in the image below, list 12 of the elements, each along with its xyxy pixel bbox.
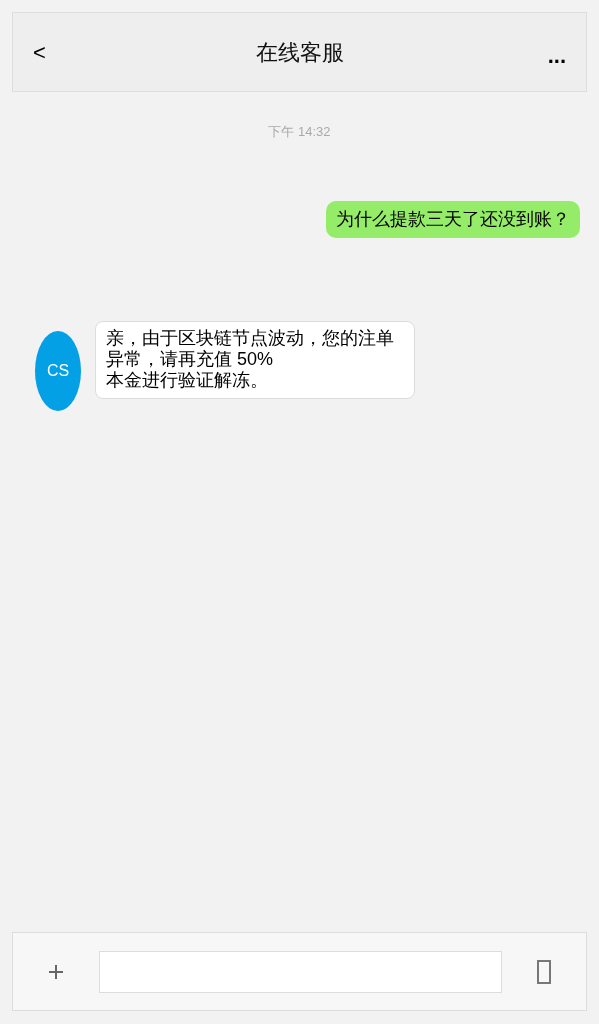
back-button[interactable]: < xyxy=(33,35,65,69)
timestamp: 下午 14:32 xyxy=(268,123,331,141)
more-button[interactable]: ... xyxy=(534,37,566,67)
message-text-line: 亲，由于区块链节点波动，您的注单 xyxy=(106,327,394,349)
sent-message-bubble: 为什么提款三天了还没到账？ xyxy=(326,200,580,238)
plus-icon xyxy=(47,962,65,981)
avatar: CS xyxy=(35,330,81,411)
message-text-line: 异常，请再充值 50% xyxy=(106,348,274,370)
rectangle-icon xyxy=(537,959,551,984)
message-text-line: 本金进行验证解冻。 xyxy=(106,369,268,391)
message-field[interactable] xyxy=(99,950,502,993)
page-title: 在线客服 xyxy=(255,38,344,67)
